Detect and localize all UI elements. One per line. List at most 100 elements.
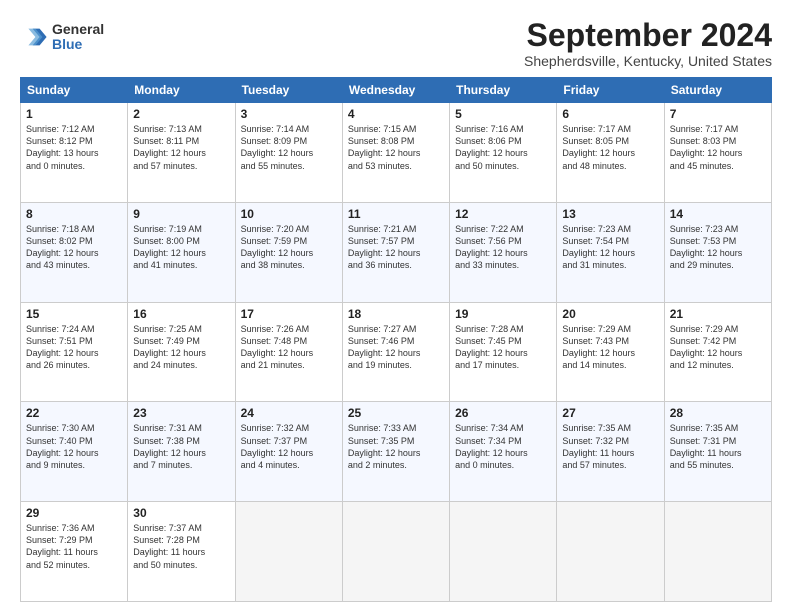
- logo: General Blue: [20, 22, 104, 53]
- day-info: Sunrise: 7:18 AMSunset: 8:02 PMDaylight:…: [26, 223, 122, 272]
- calendar-cell: 15Sunrise: 7:24 AMSunset: 7:51 PMDayligh…: [21, 302, 128, 402]
- day-number: 22: [26, 406, 122, 420]
- title-block: September 2024 Shepherdsville, Kentucky,…: [524, 18, 772, 69]
- calendar-cell: 19Sunrise: 7:28 AMSunset: 7:45 PMDayligh…: [450, 302, 557, 402]
- day-info: Sunrise: 7:25 AMSunset: 7:49 PMDaylight:…: [133, 323, 229, 372]
- day-info: Sunrise: 7:19 AMSunset: 8:00 PMDaylight:…: [133, 223, 229, 272]
- calendar-week-5: 29Sunrise: 7:36 AMSunset: 7:29 PMDayligh…: [21, 502, 772, 602]
- calendar-cell: 18 Sunrise: 7:27 AMSunset: 7:46 PMDayligh…: [342, 302, 449, 402]
- day-info: Sunrise: 7:30 AMSunset: 7:40 PMDaylight:…: [26, 422, 122, 471]
- day-info: Sunrise: 7:17 AMSunset: 8:05 PMDaylight:…: [562, 123, 658, 172]
- day-info: Sunrise: 7:27 AMSunset: 7:46 PMDaylight:…: [348, 323, 444, 372]
- calendar-cell: 10Sunrise: 7:20 AMSunset: 7:59 PMDayligh…: [235, 202, 342, 302]
- day-info: Sunrise: 7:12 AMSunset: 8:12 PMDaylight:…: [26, 123, 122, 172]
- logo-blue: Blue: [52, 37, 104, 52]
- calendar-cell: 6 Sunrise: 7:17 AMSunset: 8:05 PMDaylight…: [557, 103, 664, 203]
- day-info: Sunrise: 7:23 AMSunset: 7:54 PMDaylight:…: [562, 223, 658, 272]
- logo-text: General Blue: [52, 22, 104, 53]
- calendar-cell: [664, 502, 771, 602]
- calendar-cell: 22 Sunrise: 7:30 AMSunset: 7:40 PMDayligh…: [21, 402, 128, 502]
- calendar-cell: 8 Sunrise: 7:18 AMSunset: 8:02 PMDaylight…: [21, 202, 128, 302]
- day-info: Sunrise: 7:23 AMSunset: 7:53 PMDaylight:…: [670, 223, 766, 272]
- calendar-week-1: 1 Sunrise: 7:12 AMSunset: 8:12 PMDaylight…: [21, 103, 772, 203]
- day-info: Sunrise: 7:20 AMSunset: 7:59 PMDaylight:…: [241, 223, 337, 272]
- day-number: 14: [670, 207, 766, 221]
- day-number: 13: [562, 207, 658, 221]
- calendar-cell: 25 Sunrise: 7:33 AMSunset: 7:35 PMDayligh…: [342, 402, 449, 502]
- day-number: 28: [670, 406, 766, 420]
- calendar-cell: 2 Sunrise: 7:13 AMSunset: 8:11 PMDaylight…: [128, 103, 235, 203]
- day-info: Sunrise: 7:26 AMSunset: 7:48 PMDaylight:…: [241, 323, 337, 372]
- calendar-header-tuesday: Tuesday: [235, 78, 342, 103]
- day-info: Sunrise: 7:13 AMSunset: 8:11 PMDaylight:…: [133, 123, 229, 172]
- calendar-cell: 11 Sunrise: 7:21 AMSunset: 7:57 PMDayligh…: [342, 202, 449, 302]
- day-number: 8: [26, 207, 122, 221]
- calendar-cell: [235, 502, 342, 602]
- day-number: 11: [348, 207, 444, 221]
- calendar-cell: 20Sunrise: 7:29 AMSunset: 7:43 PMDayligh…: [557, 302, 664, 402]
- day-info: Sunrise: 7:24 AMSunset: 7:51 PMDaylight:…: [26, 323, 122, 372]
- calendar-header-wednesday: Wednesday: [342, 78, 449, 103]
- day-number: 1: [26, 107, 122, 121]
- calendar-header-sunday: Sunday: [21, 78, 128, 103]
- calendar-cell: 26 Sunrise: 7:34 AMSunset: 7:34 PMDayligh…: [450, 402, 557, 502]
- day-number: 25: [348, 406, 444, 420]
- day-info: Sunrise: 7:37 AMSunset: 7:28 PMDaylight:…: [133, 522, 229, 571]
- calendar-cell: [450, 502, 557, 602]
- calendar-week-3: 15Sunrise: 7:24 AMSunset: 7:51 PMDayligh…: [21, 302, 772, 402]
- day-number: 12: [455, 207, 551, 221]
- month-title: September 2024: [524, 18, 772, 53]
- calendar-cell: 28Sunrise: 7:35 AMSunset: 7:31 PMDayligh…: [664, 402, 771, 502]
- calendar-header-monday: Monday: [128, 78, 235, 103]
- day-number: 16: [133, 307, 229, 321]
- day-number: 24: [241, 406, 337, 420]
- day-info: Sunrise: 7:22 AMSunset: 7:56 PMDaylight:…: [455, 223, 551, 272]
- calendar-cell: 12 Sunrise: 7:22 AMSunset: 7:56 PMDayligh…: [450, 202, 557, 302]
- day-info: Sunrise: 7:33 AMSunset: 7:35 PMDaylight:…: [348, 422, 444, 471]
- calendar-cell: 16 Sunrise: 7:25 AMSunset: 7:49 PMDayligh…: [128, 302, 235, 402]
- calendar-cell: 5Sunrise: 7:16 AMSunset: 8:06 PMDaylight…: [450, 103, 557, 203]
- calendar-cell: [557, 502, 664, 602]
- page-header: General Blue September 2024 Shepherdsvil…: [20, 18, 772, 69]
- day-info: Sunrise: 7:15 AMSunset: 8:08 PMDaylight:…: [348, 123, 444, 172]
- calendar-cell: 30 Sunrise: 7:37 AMSunset: 7:28 PMDayligh…: [128, 502, 235, 602]
- calendar-cell: 27 Sunrise: 7:35 AMSunset: 7:32 PMDayligh…: [557, 402, 664, 502]
- day-info: Sunrise: 7:32 AMSunset: 7:37 PMDaylight:…: [241, 422, 337, 471]
- day-number: 26: [455, 406, 551, 420]
- calendar-week-4: 22 Sunrise: 7:30 AMSunset: 7:40 PMDayligh…: [21, 402, 772, 502]
- calendar-cell: 7 Sunrise: 7:17 AMSunset: 8:03 PMDaylight…: [664, 103, 771, 203]
- day-info: Sunrise: 7:17 AMSunset: 8:03 PMDaylight:…: [670, 123, 766, 172]
- day-number: 18: [348, 307, 444, 321]
- day-info: Sunrise: 7:29 AMSunset: 7:42 PMDaylight:…: [670, 323, 766, 372]
- day-info: Sunrise: 7:31 AMSunset: 7:38 PMDaylight:…: [133, 422, 229, 471]
- day-info: Sunrise: 7:16 AMSunset: 8:06 PMDaylight:…: [455, 123, 551, 172]
- day-number: 30: [133, 506, 229, 520]
- day-info: Sunrise: 7:21 AMSunset: 7:57 PMDaylight:…: [348, 223, 444, 272]
- calendar-header-thursday: Thursday: [450, 78, 557, 103]
- calendar-cell: 17 Sunrise: 7:26 AMSunset: 7:48 PMDayligh…: [235, 302, 342, 402]
- calendar-cell: 3Sunrise: 7:14 AMSunset: 8:09 PMDaylight…: [235, 103, 342, 203]
- day-info: Sunrise: 7:14 AMSunset: 8:09 PMDaylight:…: [241, 123, 337, 172]
- day-number: 4: [348, 107, 444, 121]
- day-number: 7: [670, 107, 766, 121]
- calendar-cell: 23 Sunrise: 7:31 AMSunset: 7:38 PMDayligh…: [128, 402, 235, 502]
- calendar-week-2: 8 Sunrise: 7:18 AMSunset: 8:02 PMDaylight…: [21, 202, 772, 302]
- calendar-cell: 9 Sunrise: 7:19 AMSunset: 8:00 PMDaylight…: [128, 202, 235, 302]
- day-number: 9: [133, 207, 229, 221]
- day-number: 19: [455, 307, 551, 321]
- calendar-cell: 13 Sunrise: 7:23 AMSunset: 7:54 PMDayligh…: [557, 202, 664, 302]
- day-info: Sunrise: 7:34 AMSunset: 7:34 PMDaylight:…: [455, 422, 551, 471]
- day-number: 27: [562, 406, 658, 420]
- day-info: Sunrise: 7:35 AMSunset: 7:32 PMDaylight:…: [562, 422, 658, 471]
- day-number: 6: [562, 107, 658, 121]
- day-number: 23: [133, 406, 229, 420]
- day-number: 2: [133, 107, 229, 121]
- calendar-cell: 24 Sunrise: 7:32 AMSunset: 7:37 PMDayligh…: [235, 402, 342, 502]
- calendar-header-friday: Friday: [557, 78, 664, 103]
- calendar: SundayMondayTuesdayWednesdayThursdayFrid…: [20, 77, 772, 602]
- calendar-cell: 1 Sunrise: 7:12 AMSunset: 8:12 PMDaylight…: [21, 103, 128, 203]
- day-number: 29: [26, 506, 122, 520]
- logo-icon: [20, 23, 48, 51]
- day-number: 17: [241, 307, 337, 321]
- day-number: 20: [562, 307, 658, 321]
